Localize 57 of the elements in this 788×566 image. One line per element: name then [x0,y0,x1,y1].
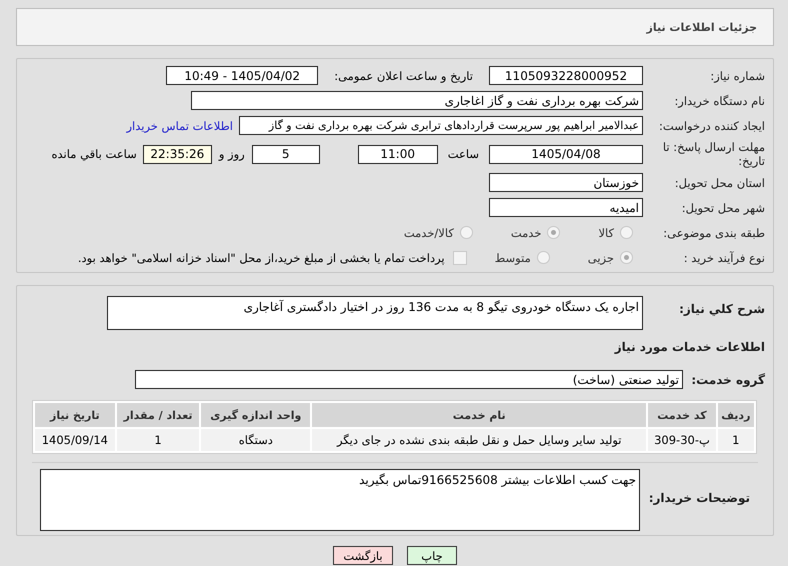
table-cell: تولید سایر وسایل حمل و نقل طبقه بندی نشده در جای دیگر [312,429,646,451]
radio-label: جزیی [588,250,614,264]
deadline-date-field: 1405/04/08 [489,144,643,164]
radio-button[interactable] [460,226,473,239]
back-button[interactable]: بازگشت [333,546,393,565]
field-label: شماره نیاز: [709,68,766,82]
announce-date-field: 1405/04/02 - 10:49 [166,66,318,85]
field-label: شرح کلي نياز: [678,301,766,316]
checkbox[interactable] [452,250,467,264]
radio-button[interactable] [620,226,633,239]
radio-button[interactable] [620,251,633,264]
radio-label: خدمت [510,226,542,240]
table-cell: 1405/09/14 [35,429,115,451]
table-cell: پ-30-309 [648,429,716,451]
need-number-field: 1105093228000952 [489,66,643,85]
column-header: واحد اندازه گیری [201,403,310,427]
contact-link[interactable]: اطلاعات تماس خریدار [126,118,233,132]
buyer-field: شرکت بهره برداری نفت و گاز اغاجاری [191,91,643,110]
summary-textarea[interactable]: اجاره یک دستگاه خودروی تیگو 8 به مدت 136 روز در اختیار دادگستری آغاجاری [107,296,643,330]
column-header: ردیف [718,403,754,427]
field-label: نام دستگاه خریدار: [673,94,766,108]
table-cell: 1 [718,429,754,451]
table-cell: 1 [116,429,200,451]
radio-button[interactable] [536,251,550,264]
province-field: خوزستان [489,173,643,192]
print-button[interactable]: چاپ [407,546,457,565]
radio-label: کالا/خدمت [404,226,454,240]
checkbox-label: پرداخت تمام یا بخشی از مبلغ خرید،از محل "اسناد خزانه اسلامی" خواهد بود. [78,250,445,264]
radio-label: متوسط [494,250,531,264]
service-group-field: تولید صنعتی (ساخت) [135,370,683,389]
field-label: طبقه بندی موضوعی: [662,226,766,240]
field-label: تاریخ و ساعت اعلان عمومی: [334,68,473,82]
deadline-time-field: 11:00 [358,144,438,164]
notes-textarea[interactable]: جهت کسب اطلاعات بیشتر 9166525608تماس بگیرید [40,469,640,531]
section-heading: اطلاعات خدمات مورد نیاز [613,340,766,354]
field-label: نوع فرآیند خرید : [682,250,766,264]
column-header: نام خدمت [312,403,646,427]
page-title: جزئیات اطلاعات نیاز [646,20,757,34]
field-label: استان محل تحویل: [674,176,766,190]
days-field: 5 [252,144,320,164]
field-label: شهر محل تحویل: [680,200,766,214]
field-label: ایجاد کننده درخواست: [658,118,766,132]
city-field: امیدیه [489,198,643,217]
radio-button[interactable] [547,226,560,239]
days-label: روز و [218,147,245,161]
column-header: تاریخ نیاز [35,403,115,427]
creator-field: عبدالامیر ابراهیم پور سرپرست قراردادهای ترابری شرکت بهره برداری نفت و گاز [239,116,643,135]
table-cell: دستگاه [201,429,310,451]
radio-label: کالا [598,226,614,240]
remaining-label: ساعت باقي مانده [52,147,137,161]
time-label: ساعت [448,147,479,161]
column-header: کد خدمت [648,403,716,427]
remaining-time-field: 22:35:26 [142,144,212,164]
field-label: گروه خدمت: [690,372,766,386]
column-header: تعداد / مقدار [116,403,200,427]
field-label: توضیحات خریدار: [648,490,751,505]
field-label: مهلت ارسال پاسخ: تا تاریخ: [662,140,766,168]
